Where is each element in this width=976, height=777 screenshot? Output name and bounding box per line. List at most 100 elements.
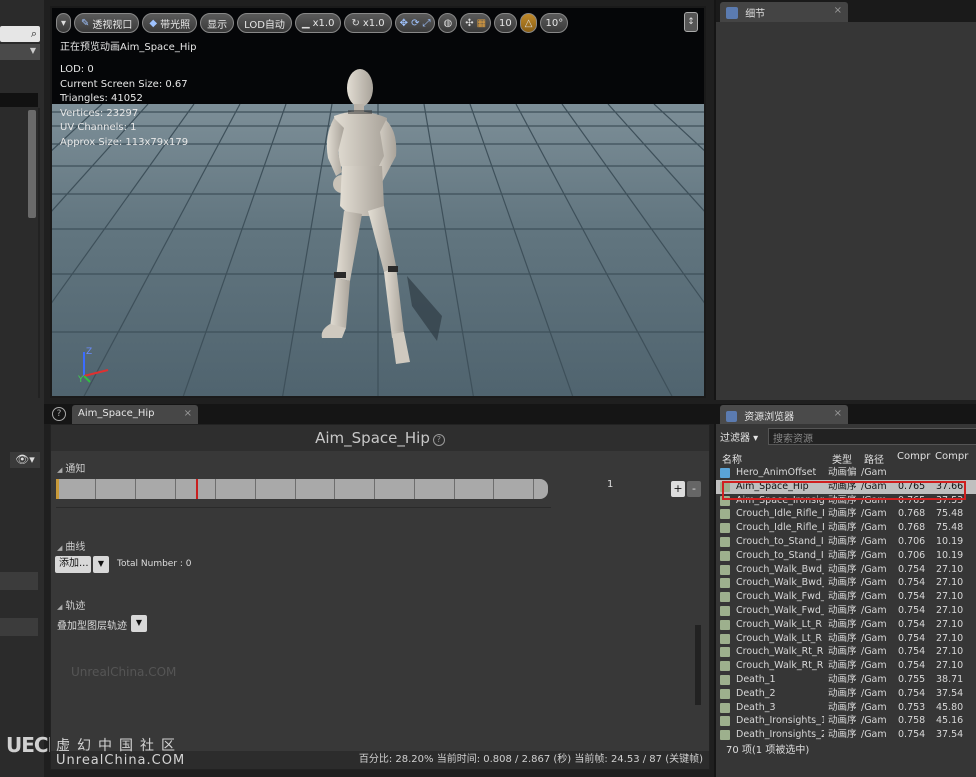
asset-row[interactable]: Crouch_to_Stand_I 动画序/Gam 0.706 10.19 [716,549,976,563]
axis-z-label: Z [86,347,92,357]
anim-editor-tab[interactable]: Aim_Space_Hip × [72,405,198,424]
asset-path: /Gam [861,632,887,644]
asset-row[interactable]: Death_2 动画序/Gam 0.754 37.54 [716,687,976,701]
left-search-input[interactable]: ⌕ [0,26,40,42]
world-space-button[interactable]: ◍ [438,13,458,33]
transform-tools-group[interactable]: ✥ ⟳ ⤢ [394,13,436,33]
anim-editor-header: Aim_Space_Hip? [51,425,709,451]
asset-row[interactable]: Crouch_Walk_Rt_R 动画序/Gam 0.754 27.10 [716,659,976,673]
help-icon[interactable]: ? [432,434,445,446]
close-icon[interactable]: × [184,408,192,419]
details-icon [726,7,738,19]
viewport-options-button[interactable]: ↕ [684,12,698,32]
left-header-band [0,93,38,107]
chevron-down-icon[interactable]: ▼ [93,556,109,573]
grid-size-button[interactable]: 10 [494,13,517,33]
viewport-menu-button[interactable]: ▾ [56,13,72,33]
asset-row[interactable]: Death_3 动画序/Gam 0.753 45.80 [716,701,976,715]
asset-row[interactable]: Crouch_to_Stand_I 动画序/Gam 0.706 10.19 [716,535,976,549]
asset-row[interactable]: Death_Ironsights_1 动画序/Gam 0.758 45.16 [716,714,976,728]
additive-layer-track-label: 叠加型图层轨迹 [57,621,127,632]
asset-type: 动画偏 [828,467,857,478]
asset-row[interactable]: Crouch_Walk_Bwd_ 动画序/Gam 0.754 27.10 [716,563,976,577]
asset-row[interactable]: Crouch_Walk_Bwd_ 动画序/Gam 0.754 27.10 [716,576,976,590]
asset-row[interactable]: Crouch_Walk_Rt_R 动画序/Gam 0.754 27.10 [716,645,976,659]
info-lod: LOD: 0 [60,64,94,75]
anim-editor-scrollbar[interactable] [695,625,701,705]
speed-icon: ▁ [301,17,310,29]
anim-editor-panel: Aim_Space_Hip? ◢ 通知 1 + - ◢ 曲线 添加... ▼ Tot… [50,424,710,770]
asset-row[interactable]: Death_Ironsights_2 动画序/Gam 0.754 37.54 [716,728,976,742]
asset-path: /Gam [861,535,887,547]
lod-button[interactable]: LOD自动 [237,13,292,33]
aim-offset-icon [720,468,730,478]
angle-size-button[interactable]: 10° [540,13,569,33]
asset-row[interactable]: Crouch_Walk_Lt_R 动画序/Gam 0.754 27.10 [716,618,976,632]
lod-label: LOD自动 [244,19,285,31]
eye-icon[interactable]: 👁▾ [10,452,40,468]
left-scrollbar[interactable] [28,110,36,218]
asset-row[interactable]: Crouch_Idle_Rifle_I 动画序/Gam 0.768 75.48 [716,507,976,521]
column-compressed-size[interactable]: Compr [935,451,968,462]
content-browser-tab[interactable]: 资源浏览器 × [720,405,848,424]
remove-track-button[interactable]: - [687,481,701,497]
left-combo-box[interactable]: ▼ [0,44,40,60]
asset-row[interactable]: Crouch_Walk_Fwd_ 动画序/Gam 0.754 27.10 [716,590,976,604]
playhead-marker[interactable] [196,479,198,499]
info-screen-size: Current Screen Size: 0.67 [60,78,188,90]
lighting-button[interactable]: ◆ 带光照 [142,13,198,33]
column-compression-ratio[interactable]: Compr [897,451,930,462]
asset-compression-ratio: 0.768 [898,522,926,534]
preview-viewport[interactable]: ▾ ✎ 透视视口 ◆ 带光照 显示 LOD自动 ▁ x1.0 ↻ x1.0 ✥ … [50,6,706,398]
help-icon[interactable]: ? [52,407,66,421]
tracks-section-header[interactable]: ◢ 轨迹 [57,597,85,612]
asset-row[interactable]: Hero_AnimOffset 动画偏/Gam [716,466,976,480]
rotate-tool-icon[interactable]: ⟳ [411,18,419,29]
close-icon[interactable]: × [834,5,842,16]
curves-section-header[interactable]: ◢ 曲线 [57,538,85,553]
asset-row[interactable]: Death_1 动画序/Gam 0.755 38.71 [716,673,976,687]
column-name[interactable]: 名称 [722,451,742,466]
anim-editor-tabbar: ? Aim_Space_Hip × [44,404,714,424]
asset-compressed-size: 27.10 [936,632,964,644]
play-speed-button[interactable]: ▁ x1.0 [294,13,342,33]
filter-button[interactable]: 过滤器 ▾ [720,429,758,444]
anim-sequence-icon [720,509,730,520]
asset-search-input[interactable]: 搜索资源 [768,428,976,445]
left-row-bar[interactable] [0,572,38,590]
show-button[interactable]: 显示 [200,13,235,33]
perspective-button[interactable]: ✎ 透视视口 [74,13,140,33]
grid-icon: ▦ [476,17,487,29]
translate-icon[interactable]: ✥ [400,18,408,29]
globe-icon: ◍ [443,17,453,29]
angle-snap-button[interactable]: △ [519,13,538,33]
turntable-speed-button[interactable]: ↻ x1.0 [344,13,392,33]
notify-track[interactable] [56,479,548,499]
anim-sequence-icon [720,647,730,658]
close-icon[interactable]: × [834,408,842,419]
details-tab-label: 细节 [745,9,766,20]
add-curve-button[interactable]: 添加... [55,556,91,573]
column-type[interactable]: 类型 [832,451,852,466]
column-path[interactable]: 路径 [864,451,884,466]
scale-icon[interactable]: ⤢ [422,18,430,29]
asset-row[interactable]: Crouch_Walk_Lt_R 动画序/Gam 0.754 27.10 [716,632,976,646]
asset-type: 动画序 [828,715,857,727]
asset-name: Crouch_Walk_Fwd_ [736,604,824,616]
chevron-down-icon[interactable]: ▼ [131,615,147,632]
add-track-button[interactable]: + [671,481,685,497]
filter-row: 过滤器 ▾ 搜索资源 [716,426,976,446]
perspective-label: 透视视口 [92,19,133,31]
angle-size-value: 10° [545,17,564,29]
snap-icon: ✣ [465,17,474,29]
asset-type: 动画序 [828,522,857,534]
asset-name: Crouch_Idle_Rifle_I [736,508,824,520]
details-tab[interactable]: 细节 × [720,2,848,22]
asset-name: Death_Ironsights_2 [736,729,824,741]
asset-row[interactable]: Crouch_Walk_Fwd_ 动画序/Gam 0.754 27.10 [716,604,976,618]
left-row-bar[interactable] [0,618,38,636]
notify-section-header[interactable]: ◢ 通知 [57,460,85,475]
asset-row[interactable]: Crouch_Idle_Rifle_I 动画序/Gam 0.768 75.48 [716,521,976,535]
grid-snap-group[interactable]: ✣ ▦ [460,13,492,33]
anim-sequence-icon [720,688,730,699]
